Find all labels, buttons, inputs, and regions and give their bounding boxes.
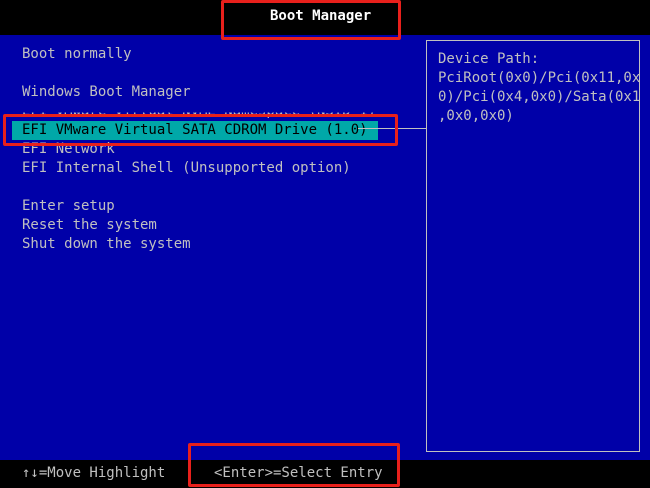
device-path-text: Device Path: PciRoot(0x0)/Pci(0x11,0x 0)…	[438, 50, 641, 126]
device-path-line-3: ,0x0,0x0)	[438, 108, 514, 124]
menu-item-reset-system[interactable]: Reset the system	[22, 216, 157, 235]
page-title: Boot Manager	[270, 8, 372, 24]
footer-bar: ↑↓=Move Highlight <Enter>=Select Entry	[0, 460, 650, 488]
select-entry-hint: <Enter>=Select Entry	[214, 465, 383, 481]
menu-item-sata-cdrom-selected[interactable]: EFI VMware Virtual SATA CDROM Drive (1.0…	[12, 121, 378, 140]
device-path-line-2: 0)/Pci(0x4,0x0)/Sata(0x1	[438, 89, 641, 105]
menu-item-efi-internal-shell[interactable]: EFI Internal Shell (Unsupported option)	[22, 159, 351, 178]
title-bar: Boot Manager	[0, 0, 650, 35]
boot-manager-panel: Boot normally Windows Boot Manager EFI V…	[0, 35, 650, 460]
menu-item-efi-network[interactable]: EFI Network	[22, 140, 115, 159]
move-highlight-hint: ↑↓=Move Highlight	[22, 465, 166, 481]
device-path-panel: Device Path: PciRoot(0x0)/Pci(0x11,0x 0)…	[426, 40, 640, 452]
menu-item-boot-normally[interactable]: Boot normally	[22, 45, 132, 64]
selection-connector-line	[358, 128, 426, 129]
device-path-heading: Device Path:	[438, 51, 540, 67]
menu-item-shut-down[interactable]: Shut down the system	[22, 235, 191, 254]
menu-item-windows-boot-manager[interactable]: Windows Boot Manager	[22, 83, 191, 102]
menu-item-enter-setup[interactable]: Enter setup	[22, 197, 115, 216]
connector-tick	[268, 115, 270, 117]
device-path-line-1: PciRoot(0x0)/Pci(0x11,0x	[438, 70, 641, 86]
menu-item-nvme-namespace[interactable]: EFI VMware Virtual NVME Namespace (NSID …	[22, 112, 376, 121]
